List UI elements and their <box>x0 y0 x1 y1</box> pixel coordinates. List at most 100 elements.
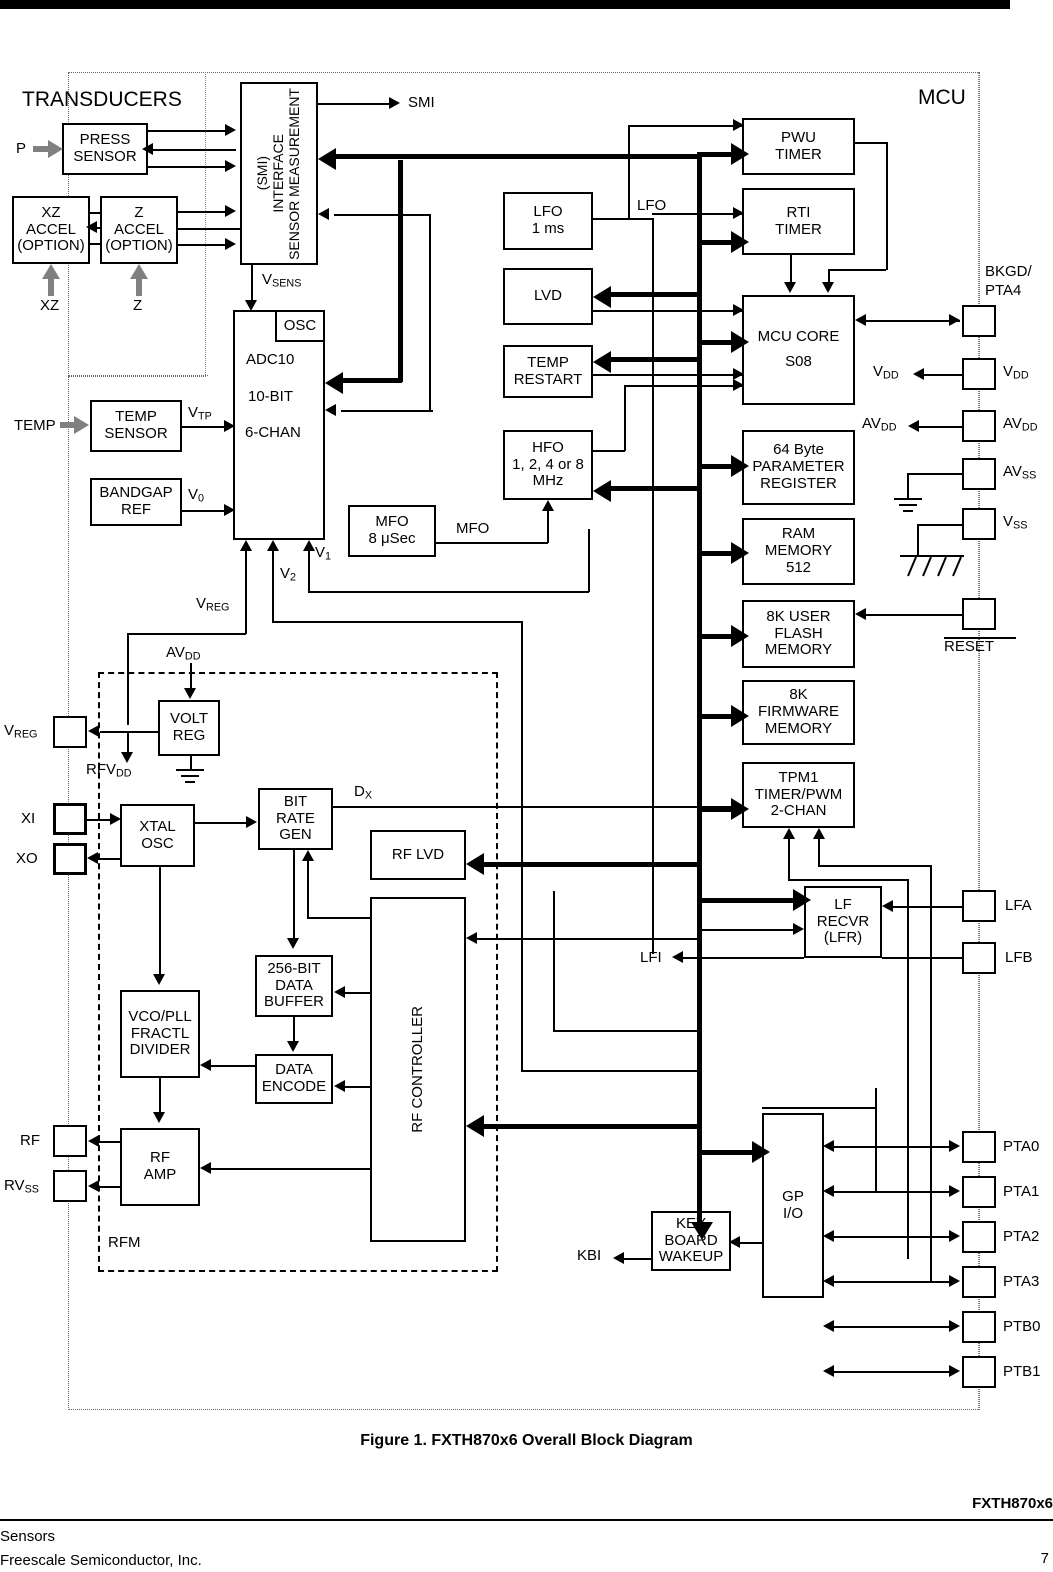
pad-rvss[interactable] <box>53 1170 87 1202</box>
rti-timer-block: RTI TIMER <box>742 188 855 255</box>
z-accel-label-2: ACCEL <box>113 220 165 238</box>
pad-vdd[interactable] <box>962 358 996 390</box>
feedback-to-bitrate-vline <box>307 860 309 918</box>
vco-to-rfamp-vline <box>159 1078 161 1114</box>
voltreg-gnd-vline <box>190 756 192 770</box>
pad-lfa-label: LFA <box>1005 897 1032 914</box>
arrow-to-smi-lower <box>318 208 329 220</box>
flash-label-1: 8K USER <box>766 607 831 625</box>
pwu-out-vline <box>886 142 888 270</box>
pad-pta0[interactable] <box>962 1131 996 1163</box>
bkgd-pin-label-2: PTA4 <box>985 282 1022 299</box>
xtal-osc-label-1: XTAL <box>139 817 176 835</box>
bkgd-to-core-arrow-right <box>949 314 960 326</box>
mfo-block: MFO 8 μSec <box>348 505 436 557</box>
input-temp-label: TEMP <box>14 417 56 434</box>
v1-hline <box>308 591 589 593</box>
temp-sensor-block: TEMP SENSOR <box>90 400 182 452</box>
avdd-in-arrowhead <box>184 688 196 699</box>
pad-pta2[interactable] <box>962 1221 996 1253</box>
pad-bkgd-pta4[interactable] <box>962 305 996 337</box>
lfi-signal-label: LFI <box>640 949 662 966</box>
thin-to-lfr-arrow <box>793 923 804 935</box>
bus-to-core-thick <box>700 340 733 345</box>
gpio-label-2: I/O <box>782 1204 803 1222</box>
lfr-to-tpm1-hline-2 <box>818 865 931 867</box>
lfr-to-tpm1-vline-2 <box>818 838 820 866</box>
pad-vreg-label: VREG <box>4 722 38 741</box>
ram-label-2: MEMORY <box>764 542 833 560</box>
gpio-pta2-arrow-r <box>949 1230 960 1242</box>
lfr-lfi-out-line <box>678 957 804 959</box>
tpm1-block: TPM1 TIMER/PWM 2-CHAN <box>742 762 855 828</box>
rf-amp-block: RF AMP <box>120 1128 200 1206</box>
adc-label-3: 6-CHAN <box>245 424 301 441</box>
gpio-pta3-arrow-r <box>949 1275 960 1287</box>
pad-rf[interactable] <box>53 1125 87 1157</box>
pad-ptb1[interactable] <box>962 1356 996 1388</box>
page-top-rule <box>0 0 1010 9</box>
pad-xo-label: XO <box>16 850 38 867</box>
pad-xo[interactable] <box>53 843 87 875</box>
pad-reset-label: RESET <box>944 638 995 655</box>
vco-label-3: DIVIDER <box>129 1041 191 1059</box>
mfo-label-2: 8 μSec <box>368 530 416 547</box>
pad-lfb[interactable] <box>962 942 996 974</box>
v1-feed-vline <box>588 529 590 592</box>
z-accel-label-3: (OPTION) <box>105 237 173 255</box>
bus-to-gpio-thick-arrow <box>752 1141 770 1163</box>
v1-into-adc-vline <box>308 550 310 592</box>
bus-to-adc-arrowhead <box>325 372 343 394</box>
smi-label-3: (SMI) <box>254 156 271 191</box>
avss-gnd-bar2 <box>899 504 917 506</box>
input-p-label: P <box>16 140 27 157</box>
bus-to-param-thick <box>700 464 733 469</box>
pad-pta1[interactable] <box>962 1176 996 1208</box>
data-encode-label-1: DATA <box>275 1061 313 1079</box>
pad-avss[interactable] <box>962 458 996 490</box>
rf-lvd-label: RF LVD <box>391 845 445 863</box>
pad-lfa[interactable] <box>962 890 996 922</box>
arrow-to-adc <box>325 404 336 416</box>
xtal-to-bitrate-arrow <box>246 816 257 828</box>
altfn-route-1b <box>875 1100 877 1192</box>
bus-to-rflvd-thick <box>483 862 699 867</box>
rf-controller-block: RF CONTROLLER <box>370 897 466 1242</box>
pad-ptb0[interactable] <box>962 1311 996 1343</box>
rfamp-to-rf-arrow <box>88 1135 99 1147</box>
vreg-into-adc-hline <box>128 633 246 635</box>
pad-pta3[interactable] <box>962 1266 996 1298</box>
gpio-ptb0-arrow-r <box>949 1320 960 1332</box>
gpio-ptb1-arrow-l <box>823 1365 834 1377</box>
lf-receiver-block: LF RECVR (LFR) <box>804 886 882 958</box>
accel-to-smi-line-2 <box>178 228 240 230</box>
smi-label-2: INTERFACE <box>270 134 287 213</box>
parameter-register-block: 64 Byte PARAMETER REGISTER <box>742 430 855 505</box>
lfo-to-pwu-line <box>628 125 742 127</box>
pad-avdd[interactable] <box>962 410 996 442</box>
pad-vss[interactable] <box>962 508 996 540</box>
bus-to-keyboard-arrowhead <box>691 1222 713 1240</box>
pad-avdd-label: AVDD <box>1003 415 1038 434</box>
adc-osc-block: OSC <box>275 310 325 342</box>
bus-to-adc-thick-vline <box>398 160 403 382</box>
avdd-in-vline <box>190 663 192 689</box>
gpio-label-1: GP <box>782 1187 804 1205</box>
bus-to-rfcontroller-thick <box>483 1124 699 1129</box>
lfo-label-2: 1 ms <box>531 220 565 237</box>
altfn-route-3 <box>907 1155 909 1236</box>
bit-rate-label-3: GEN <box>279 826 312 844</box>
lfo-dist-branch <box>593 218 653 220</box>
user-flash-memory-block: 8K USER FLASH MEMORY <box>742 600 855 668</box>
z-to-xz-arrowhead <box>86 221 97 233</box>
chip-boundary-notch-hline <box>68 375 208 377</box>
pad-xi[interactable] <box>53 803 87 835</box>
rfc-to-rfamp-arrow <box>200 1162 211 1174</box>
lfr-lfi-out-arrow <box>672 951 683 963</box>
pad-vreg[interactable] <box>53 716 87 748</box>
hfo-block: HFO 1, 2, 4 or 8 MHz <box>503 430 593 500</box>
tpm1-label-2: TIMER/PWM <box>754 785 843 803</box>
pad-reset[interactable] <box>962 598 996 630</box>
rfc-route-a <box>521 891 523 1071</box>
gpio-pta1-arrow-l <box>823 1185 834 1197</box>
